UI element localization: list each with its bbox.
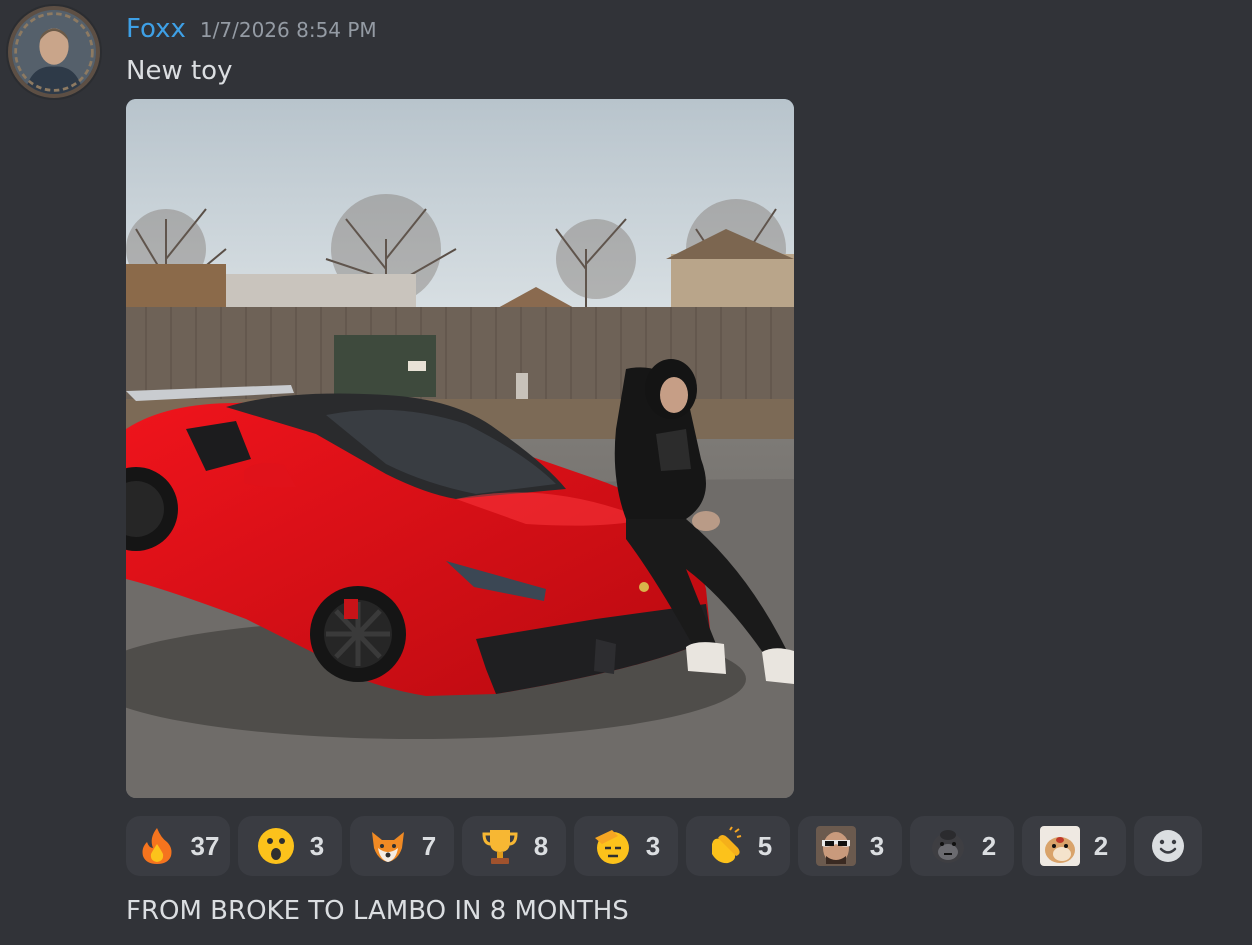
reaction-count: 3	[869, 830, 885, 861]
fox-icon	[368, 826, 408, 866]
reaction-count: 8	[533, 830, 549, 861]
image-attachment[interactable]	[126, 99, 794, 798]
reaction-custom-hamster[interactable]: 2	[1022, 816, 1126, 876]
reaction-fire[interactable]: 37	[126, 816, 230, 876]
reaction-count: 37	[190, 830, 220, 861]
message-text: New toy	[126, 56, 233, 86]
user-avatar[interactable]	[8, 6, 100, 98]
add-reaction-button[interactable]	[1134, 816, 1202, 876]
reaction-count: 3	[309, 830, 325, 861]
reaction-bar: 37 3 7 8 3 5 3 2 2	[126, 816, 1202, 876]
custom-sunglasses-face-icon	[815, 826, 856, 866]
message-header: Foxx 1/7/2026 8:54 PM	[126, 14, 377, 48]
reaction-trophy[interactable]: 8	[462, 816, 566, 876]
clapping-hands-icon	[704, 826, 744, 866]
reaction-fox[interactable]: 7	[350, 816, 454, 876]
chat-message: Foxx 1/7/2026 8:54 PM New toy 37 3 7 8 3…	[0, 0, 1252, 945]
avatar-image	[12, 10, 96, 94]
reaction-clap[interactable]: 5	[686, 816, 790, 876]
followup-message-text: FROM BROKE TO LAMBO IN 8 MONTHS	[126, 896, 629, 926]
reaction-salute[interactable]: 3	[574, 816, 678, 876]
custom-hamster-icon	[1039, 826, 1080, 866]
gorilla-icon	[928, 826, 968, 866]
trophy-icon	[480, 826, 520, 866]
reaction-gorilla[interactable]: 2	[910, 816, 1014, 876]
add-reaction-smiley-icon	[1152, 830, 1184, 862]
reaction-count: 7	[421, 830, 437, 861]
message-timestamp: 1/7/2026 8:54 PM	[199, 18, 377, 42]
reaction-surprised[interactable]: 3	[238, 816, 342, 876]
reaction-count: 5	[757, 830, 773, 861]
surprised-face-icon	[256, 826, 296, 866]
car-photo	[126, 99, 794, 798]
reaction-count: 3	[645, 830, 661, 861]
saluting-face-icon	[592, 826, 632, 866]
reaction-custom-sunglasses[interactable]: 3	[798, 816, 902, 876]
fire-icon	[137, 826, 177, 866]
reaction-count: 2	[1093, 830, 1109, 861]
username[interactable]: Foxx	[126, 14, 186, 44]
reaction-count: 2	[981, 830, 997, 861]
